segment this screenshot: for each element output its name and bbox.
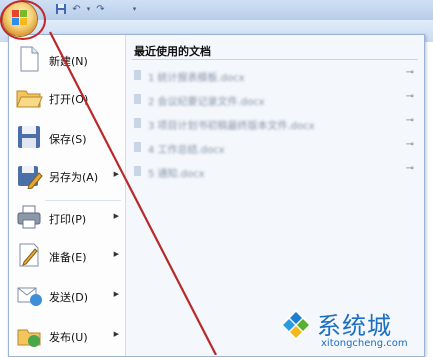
highlight-circle: [0, 0, 46, 40]
document-icon: [134, 166, 141, 176]
watermark: 系统城 xitongcheng.com: [273, 304, 431, 354]
document-icon: [134, 94, 141, 104]
recent-document-name: 4 工作总结.docx: [148, 145, 225, 156]
menu-item-label: 新建(N): [49, 55, 88, 68]
menu-item-label: 打开(O): [49, 93, 89, 106]
menu-item-new[interactable]: 新建(N): [9, 41, 125, 79]
watermark-brand: 系统城: [317, 312, 392, 340]
save-as-icon: [15, 161, 43, 190]
command-pane: 新建(N) 打开(O) 保存(S) 另存为(A) ▶ 打印(P) ▶ 准备(E)…: [9, 35, 126, 356]
submenu-arrow-icon: ▶: [113, 250, 119, 258]
menu-item-label: 保存(S): [49, 133, 87, 146]
recent-document-item[interactable]: 1 统计报表模板.docx ⊸: [134, 67, 414, 85]
menu-item-label: 发送(D): [49, 291, 89, 304]
document-icon: [134, 142, 141, 152]
printer-icon: [15, 203, 43, 231]
submenu-arrow-icon: ▶: [113, 170, 119, 178]
recent-document-item[interactable]: 5 通知.docx ⊸: [134, 163, 414, 181]
menu-item-label: 打印(P): [49, 213, 87, 226]
customize-dropdown-icon[interactable]: ▾: [128, 3, 141, 16]
menu-item-print[interactable]: 打印(P) ▶: [9, 199, 125, 237]
document-icon: [134, 70, 141, 80]
submenu-arrow-icon: ▶: [113, 330, 119, 338]
menu-item-send[interactable]: 发送(D) ▶: [9, 277, 125, 315]
watermark-logo-icon: [281, 310, 311, 340]
submenu-arrow-icon: ▶: [113, 212, 119, 220]
menu-item-publish[interactable]: 发布(U) ▶: [9, 317, 125, 355]
menu-item-prepare[interactable]: 准备(E) ▶: [9, 237, 125, 275]
recent-document-name: 5 通知.docx: [148, 169, 205, 180]
title-bar: ↶ ▾ ↷ ▾: [0, 0, 433, 21]
pin-icon[interactable]: ⊸: [406, 115, 414, 126]
watermark-url: xitongcheng.com: [321, 338, 408, 349]
pin-icon[interactable]: ⊸: [406, 163, 414, 174]
recent-document-name: 1 统计报表模板.docx: [148, 73, 245, 84]
recent-document-item[interactable]: 3 项目计划书初稿最终版本文件.docx ⊸: [134, 115, 414, 133]
send-icon: [15, 281, 43, 309]
recent-document-item[interactable]: 4 工作总结.docx ⊸: [134, 139, 414, 157]
recent-divider: [132, 59, 418, 60]
save-disk-icon: [15, 123, 43, 151]
menu-item-open[interactable]: 打开(O): [9, 79, 125, 117]
recent-document-name: 3 项目计划书初稿最终版本文件.docx: [148, 121, 315, 132]
pin-icon[interactable]: ⊸: [406, 139, 414, 150]
pin-icon[interactable]: ⊸: [406, 91, 414, 102]
save-icon[interactable]: [54, 3, 67, 16]
submenu-arrow-icon: ▶: [113, 290, 119, 298]
menu-item-label: 另存为(A): [49, 171, 99, 184]
recent-document-name: 2 会议纪要记录文件.docx: [148, 97, 265, 108]
menu-item-save[interactable]: 保存(S): [9, 119, 125, 157]
publish-icon: [15, 321, 43, 349]
document-icon: [134, 118, 141, 128]
recent-documents-title: 最近使用的文档: [134, 45, 211, 58]
redo-icon[interactable]: ↷: [94, 3, 107, 16]
prepare-icon: [15, 241, 43, 269]
menu-item-save-as[interactable]: 另存为(A) ▶: [9, 157, 125, 195]
recent-document-item[interactable]: 2 会议纪要记录文件.docx ⊸: [134, 91, 414, 109]
menu-item-label: 发布(U): [49, 331, 88, 344]
pin-icon[interactable]: ⊸: [406, 67, 414, 78]
menu-item-label: 准备(E): [49, 251, 87, 264]
new-document-icon: [15, 45, 43, 73]
open-folder-icon: [15, 83, 43, 111]
